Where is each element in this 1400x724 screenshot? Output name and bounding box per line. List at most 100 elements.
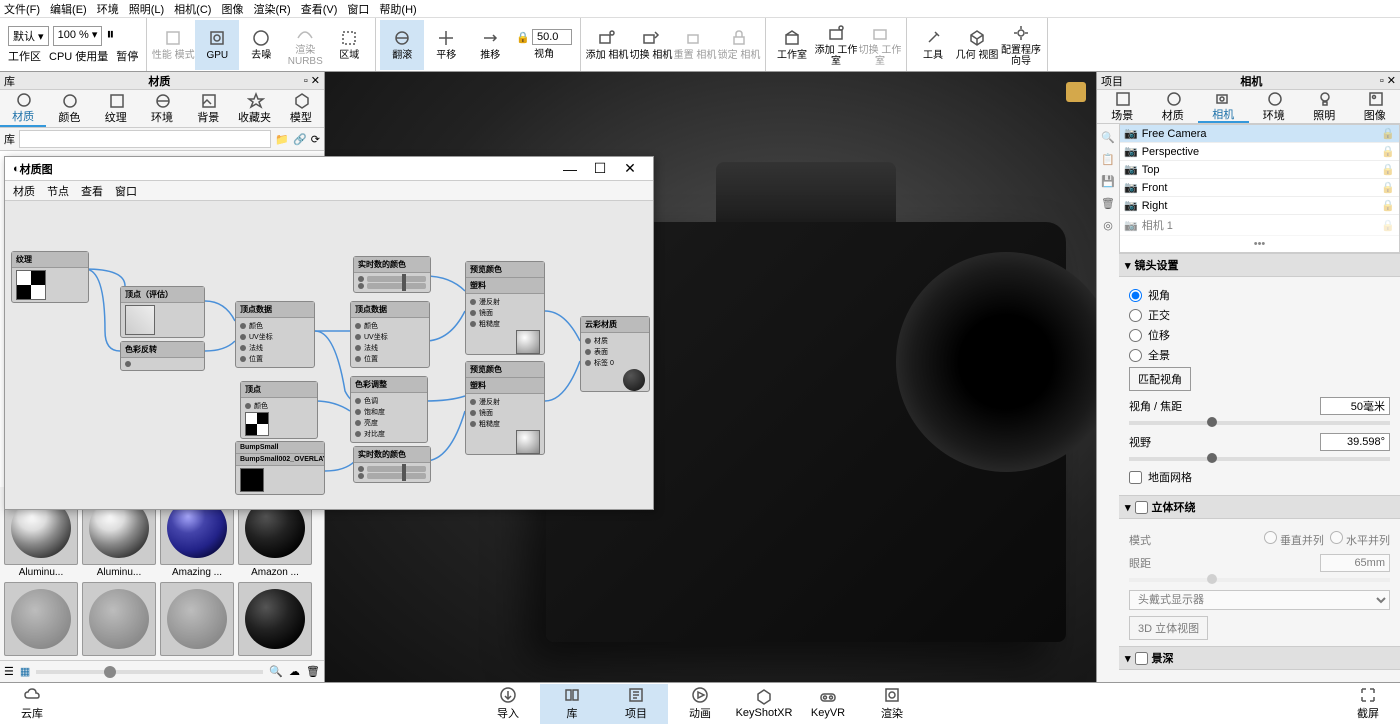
node-vertex-data[interactable]: 顶点数据 颜色 UV坐标 法线 位置: [235, 301, 315, 368]
close-panel-icon[interactable]: ▫ ✕: [1380, 74, 1396, 87]
menu-image[interactable]: 图像: [221, 1, 243, 17]
thumb-size-slider[interactable]: [36, 670, 263, 674]
nurbs-button[interactable]: 渲染 NURBS: [283, 20, 327, 70]
node-realcolor2[interactable]: 实时数的颜色: [353, 446, 431, 483]
rp-tab-material[interactable]: 材质: [1148, 90, 1199, 123]
camera-list-more[interactable]: •••: [1120, 236, 1399, 252]
focal-input[interactable]: [1320, 397, 1390, 415]
menu-env[interactable]: 环境: [97, 1, 119, 17]
menu-lighting[interactable]: 照明(L): [129, 1, 164, 17]
section-dof[interactable]: ▾景深: [1119, 646, 1400, 670]
switch-camera-button[interactable]: 切换 相机: [629, 20, 673, 70]
rp-tab-image[interactable]: 图像: [1350, 90, 1400, 123]
camera-item[interactable]: 📷Free Camera🔒: [1120, 125, 1399, 143]
keyvr-button[interactable]: KeyVR: [796, 684, 860, 724]
stereo-enable-checkbox[interactable]: [1135, 501, 1148, 514]
import-button[interactable]: 导入: [476, 684, 540, 724]
mg-menu-node[interactable]: 节点: [47, 183, 69, 199]
rp-trash-icon[interactable]: 🗑: [1099, 194, 1117, 212]
project-button[interactable]: 项目: [604, 684, 668, 724]
node-plastic2[interactable]: 预览颜色 塑料 漫反射 镜面 粗糙度: [465, 361, 545, 455]
eye-dist-input[interactable]: [1320, 554, 1390, 572]
lib-tab-texture[interactable]: 纹理: [93, 90, 139, 127]
node-vertex-eval[interactable]: 顶点（评估）: [120, 286, 205, 338]
node-realcolor[interactable]: 实时数的颜色: [353, 256, 431, 293]
lib-tab-env[interactable]: 环境: [139, 90, 185, 127]
pause-icon[interactable]: ⏸: [106, 26, 114, 46]
lock-icon[interactable]: 🔒: [1381, 127, 1395, 140]
node-color-invert[interactable]: 色彩反转: [120, 341, 205, 371]
refresh-icon[interactable]: ⟳: [311, 133, 320, 146]
lock-icon[interactable]: 🔒: [1381, 181, 1395, 194]
fov-input[interactable]: [532, 29, 572, 45]
hmd-select[interactable]: 头戴式显示器: [1129, 590, 1390, 610]
node-vertex-data2[interactable]: 顶点数据 颜色 UV坐标 法线 位置: [350, 301, 430, 368]
lib-tab-fav[interactable]: 收藏夹: [231, 90, 277, 127]
rp-search-icon[interactable]: 🔍: [1099, 128, 1117, 146]
reset-camera-button[interactable]: 重置 相机: [673, 20, 717, 70]
dolly-button[interactable]: 推移: [468, 20, 512, 70]
trash-icon[interactable]: 🗑: [306, 665, 320, 678]
rp-tab-camera[interactable]: 相机: [1198, 90, 1249, 123]
search-icon[interactable]: 🔍: [269, 665, 283, 678]
dof-enable-checkbox[interactable]: [1135, 652, 1148, 665]
rp-target-icon[interactable]: ◎: [1099, 216, 1117, 234]
lib-tab-bg[interactable]: 背景: [185, 90, 231, 127]
lock-icon[interactable]: 🔒: [1381, 199, 1395, 212]
fov-input[interactable]: [1320, 433, 1390, 451]
close-button[interactable]: ✕: [615, 160, 645, 177]
library-button[interactable]: 库: [540, 684, 604, 724]
thumb-item[interactable]: [82, 582, 156, 656]
lib-tab-color[interactable]: 颜色: [46, 90, 92, 127]
mg-menu-window[interactable]: 窗口: [115, 183, 137, 199]
camera-item[interactable]: 📷Front🔒: [1120, 179, 1399, 197]
menu-file[interactable]: 文件(F): [4, 1, 40, 17]
folder-icon[interactable]: 📁: [275, 133, 289, 146]
gpu-button[interactable]: GPU: [195, 20, 239, 70]
node-texture[interactable]: 纹理: [11, 251, 89, 303]
menu-edit[interactable]: 编辑(E): [50, 1, 87, 17]
eye-dist-slider[interactable]: [1129, 578, 1390, 582]
view-list-icon[interactable]: ☰: [4, 665, 14, 678]
section-stereo[interactable]: ▾立体环绕: [1119, 495, 1400, 519]
lens-ortho-radio[interactable]: [1129, 309, 1142, 322]
node-plastic[interactable]: 预览颜色 塑料 漫反射 镜面 粗糙度: [465, 261, 545, 355]
rp-tab-lighting[interactable]: 照明: [1299, 90, 1350, 123]
link-icon[interactable]: 🔗: [293, 133, 307, 146]
camera-item[interactable]: 📷Perspective🔒: [1120, 143, 1399, 161]
menu-camera[interactable]: 相机(C): [174, 1, 211, 17]
match-fov-button[interactable]: 匹配视角: [1129, 367, 1191, 391]
view-grid-icon[interactable]: ▦: [20, 665, 30, 678]
animation-button[interactable]: 动画: [668, 684, 732, 724]
viewport-badge-icon[interactable]: [1066, 82, 1086, 102]
config-button[interactable]: 配置程序 向导: [999, 20, 1043, 70]
lens-perspective-radio[interactable]: [1129, 289, 1142, 302]
ground-grid-checkbox[interactable]: [1129, 471, 1142, 484]
lock-icon[interactable]: 🔒: [1381, 145, 1395, 158]
zoom-combo[interactable]: 100 % ▾: [53, 26, 103, 46]
camera-item[interactable]: 📷相机 1🔒: [1120, 215, 1399, 236]
mg-menu-material[interactable]: 材质: [13, 183, 35, 199]
rp-tab-scene[interactable]: 场景: [1097, 90, 1148, 123]
lock-icon[interactable]: 🔒: [1381, 163, 1395, 176]
lib-tab-model[interactable]: 模型: [278, 90, 324, 127]
stereo-v-radio[interactable]: [1264, 531, 1277, 544]
rp-save-icon[interactable]: 💾: [1099, 172, 1117, 190]
cloud-library-button[interactable]: 云库: [0, 684, 64, 724]
menu-view[interactable]: 查看(V): [301, 1, 338, 17]
studio-button[interactable]: 工作室: [770, 20, 814, 70]
lock-camera-button[interactable]: 锁定 相机: [717, 20, 761, 70]
geom-view-button[interactable]: 几何 视图: [955, 20, 999, 70]
tumble-button[interactable]: 翻滚: [380, 20, 424, 70]
region-button[interactable]: 区域: [327, 20, 371, 70]
menu-render[interactable]: 渲染(R): [253, 1, 290, 17]
rp-tab-env[interactable]: 环境: [1249, 90, 1300, 123]
pan-button[interactable]: 平移: [424, 20, 468, 70]
tools-button[interactable]: 工具: [911, 20, 955, 70]
menu-help[interactable]: 帮助(H): [379, 1, 416, 17]
stereo-view-button[interactable]: 3D 立体视图: [1129, 616, 1208, 640]
focal-slider[interactable]: [1129, 421, 1390, 425]
perf-mode-button[interactable]: 性能 模式: [151, 20, 195, 70]
close-panel-icon[interactable]: ▫ ✕: [304, 74, 320, 87]
menu-window[interactable]: 窗口: [347, 1, 369, 17]
